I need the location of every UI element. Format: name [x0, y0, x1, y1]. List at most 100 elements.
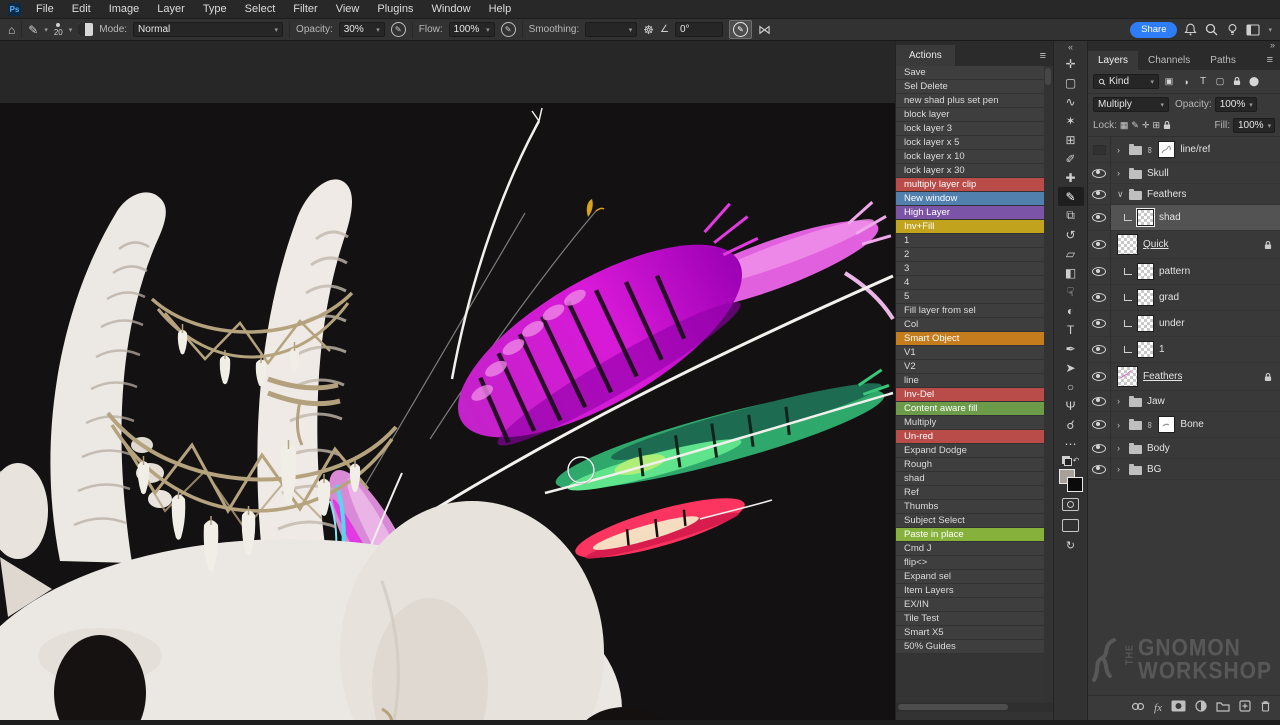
filter-shape-layers-icon[interactable]: ▢	[1213, 76, 1227, 87]
action-item[interactable]: New window	[896, 192, 1044, 206]
layer-thumbnail[interactable]	[1117, 234, 1138, 255]
menu-layer[interactable]: Layer	[148, 3, 194, 15]
brush-preset-chevron-icon[interactable]: ▾	[44, 26, 48, 34]
background-color-swatch[interactable]	[1067, 477, 1083, 492]
layer-name[interactable]: Quick	[1143, 239, 1169, 250]
action-item[interactable]: Smart X5	[896, 626, 1044, 640]
color-swatches[interactable]	[1059, 469, 1083, 492]
action-item[interactable]: Subject Select	[896, 514, 1044, 528]
action-item[interactable]: Un-red	[896, 430, 1044, 444]
action-item[interactable]: Expand sel	[896, 570, 1044, 584]
layer-row-under[interactable]: under	[1088, 311, 1280, 337]
layer-name[interactable]: grad	[1159, 292, 1179, 303]
action-item[interactable]: 1	[896, 234, 1044, 248]
menu-type[interactable]: Type	[194, 3, 236, 15]
menu-select[interactable]: Select	[236, 3, 285, 15]
layers-panel-menu-icon[interactable]: ≡	[1267, 54, 1280, 70]
menu-window[interactable]: Window	[422, 3, 479, 15]
home-icon[interactable]: ⌂	[8, 24, 15, 36]
action-item[interactable]: lock layer x 10	[896, 150, 1044, 164]
layer-visibility-toggle[interactable]	[1088, 438, 1111, 458]
layer-name[interactable]: Feathers	[1147, 189, 1186, 200]
layer-row-jaw[interactable]: ›Jaw	[1088, 391, 1280, 412]
layer-thumbnail[interactable]	[1158, 416, 1175, 433]
action-item[interactable]: 4	[896, 276, 1044, 290]
edit-toolbar-icon[interactable]: ⋯	[1058, 434, 1084, 453]
menu-file[interactable]: File	[27, 3, 63, 15]
layer-row-1[interactable]: 1	[1088, 337, 1280, 363]
blend-mode-dropdown[interactable]: Normal ▾	[133, 22, 283, 37]
action-item[interactable]: new shad plus set pen	[896, 94, 1044, 108]
rotate-view-icon[interactable]: ↻	[1058, 536, 1084, 555]
type-tool-icon[interactable]: T	[1058, 320, 1084, 339]
layer-name[interactable]: Bone	[1180, 419, 1203, 430]
screen-mode-icon[interactable]	[1062, 519, 1079, 532]
move-tool-icon[interactable]: ✛	[1058, 54, 1084, 73]
action-item[interactable]: Save	[896, 66, 1044, 80]
discover-lightbulb-icon[interactable]	[1225, 22, 1240, 37]
action-item[interactable]: Thumbs	[896, 500, 1044, 514]
menu-image[interactable]: Image	[100, 3, 149, 15]
group-collapsed-caret-icon[interactable]: ›	[1117, 168, 1124, 178]
filter-smart-object-icon[interactable]	[1230, 76, 1244, 88]
airbrush-icon[interactable]: ✎	[501, 22, 516, 37]
paint-symmetry-icon[interactable]: ⋈	[758, 23, 771, 36]
workspace-chevron-icon[interactable]: ▾	[1268, 26, 1272, 34]
action-item[interactable]: lock layer x 5	[896, 136, 1044, 150]
shape-tool-icon[interactable]: ○	[1058, 377, 1084, 396]
filter-kind-dropdown[interactable]: Kind ▾	[1093, 74, 1159, 89]
menu-plugins[interactable]: Plugins	[368, 3, 422, 15]
collapse-panels-icon[interactable]: »	[1270, 40, 1275, 50]
layer-visibility-toggle[interactable]	[1088, 259, 1111, 284]
action-item[interactable]: Col	[896, 318, 1044, 332]
share-button[interactable]: Share	[1130, 22, 1177, 38]
brush-settings-panel-toggle-icon[interactable]	[78, 23, 93, 36]
layer-blend-mode-dropdown[interactable]: Multiply ▾	[1093, 97, 1169, 112]
layer-name[interactable]: BG	[1147, 464, 1161, 475]
action-item[interactable]: line	[896, 374, 1044, 388]
filter-pixel-layers-icon[interactable]: ▣	[1162, 76, 1176, 87]
layer-visibility-toggle[interactable]	[1088, 391, 1111, 411]
layer-name[interactable]: 1	[1159, 344, 1165, 355]
search-icon[interactable]	[1204, 22, 1219, 37]
layer-thumbnail[interactable]	[1137, 315, 1154, 332]
lock-transparent-pixels-icon[interactable]: ▦	[1120, 120, 1129, 131]
action-item[interactable]: EX/IN	[896, 598, 1044, 612]
tab-actions[interactable]: Actions	[896, 45, 955, 66]
clone-stamp-tool-icon[interactable]: ⧉	[1058, 206, 1084, 225]
layer-name[interactable]: line/ref	[1180, 144, 1210, 155]
action-item[interactable]: block layer	[896, 108, 1044, 122]
layer-thumbnail[interactable]	[1137, 209, 1154, 226]
action-item[interactable]: Inv+Fill	[896, 220, 1044, 234]
new-layer-icon[interactable]	[1239, 699, 1251, 717]
action-item[interactable]: Fill layer from sel	[896, 304, 1044, 318]
action-item[interactable]: 50% Guides	[896, 640, 1044, 654]
layer-opacity-dropdown[interactable]: 100% ▾	[1215, 97, 1257, 112]
menu-view[interactable]: View	[327, 3, 369, 15]
action-item[interactable]: Expand Dodge	[896, 444, 1044, 458]
layer-visibility-toggle[interactable]	[1088, 184, 1111, 204]
menu-help[interactable]: Help	[480, 3, 521, 15]
action-item[interactable]: 3	[896, 262, 1044, 276]
action-item[interactable]: 5	[896, 290, 1044, 304]
eyedropper-tool-icon[interactable]: ✐	[1058, 149, 1084, 168]
smoothing-dropdown[interactable]: ▾	[585, 22, 637, 37]
layer-name[interactable]: pattern	[1159, 266, 1190, 277]
adjustment-layer-icon[interactable]	[1195, 699, 1207, 717]
gradient-tool-icon[interactable]: ◧	[1058, 263, 1084, 282]
new-group-folder-icon[interactable]	[1216, 699, 1230, 717]
pressure-opacity-icon[interactable]: ✎	[391, 22, 406, 37]
group-collapsed-caret-icon[interactable]: ›	[1117, 396, 1124, 406]
opacity-dropdown[interactable]: 30% ▾	[339, 22, 385, 37]
filter-toggle-icon[interactable]: ⬤	[1247, 76, 1261, 87]
brush-preset-icon[interactable]: ✎	[28, 24, 38, 36]
action-item[interactable]: Tile Test	[896, 612, 1044, 626]
action-item[interactable]: Cmd J	[896, 542, 1044, 556]
history-brush-tool-icon[interactable]: ↺	[1058, 225, 1084, 244]
action-item[interactable]: lock layer 3	[896, 122, 1044, 136]
tab-channels[interactable]: Channels	[1138, 51, 1200, 70]
layer-visibility-toggle[interactable]	[1088, 163, 1111, 183]
layer-fill-dropdown[interactable]: 100% ▾	[1233, 118, 1275, 133]
action-item[interactable]: Content aware fill	[896, 402, 1044, 416]
action-item[interactable]: Item Layers	[896, 584, 1044, 598]
